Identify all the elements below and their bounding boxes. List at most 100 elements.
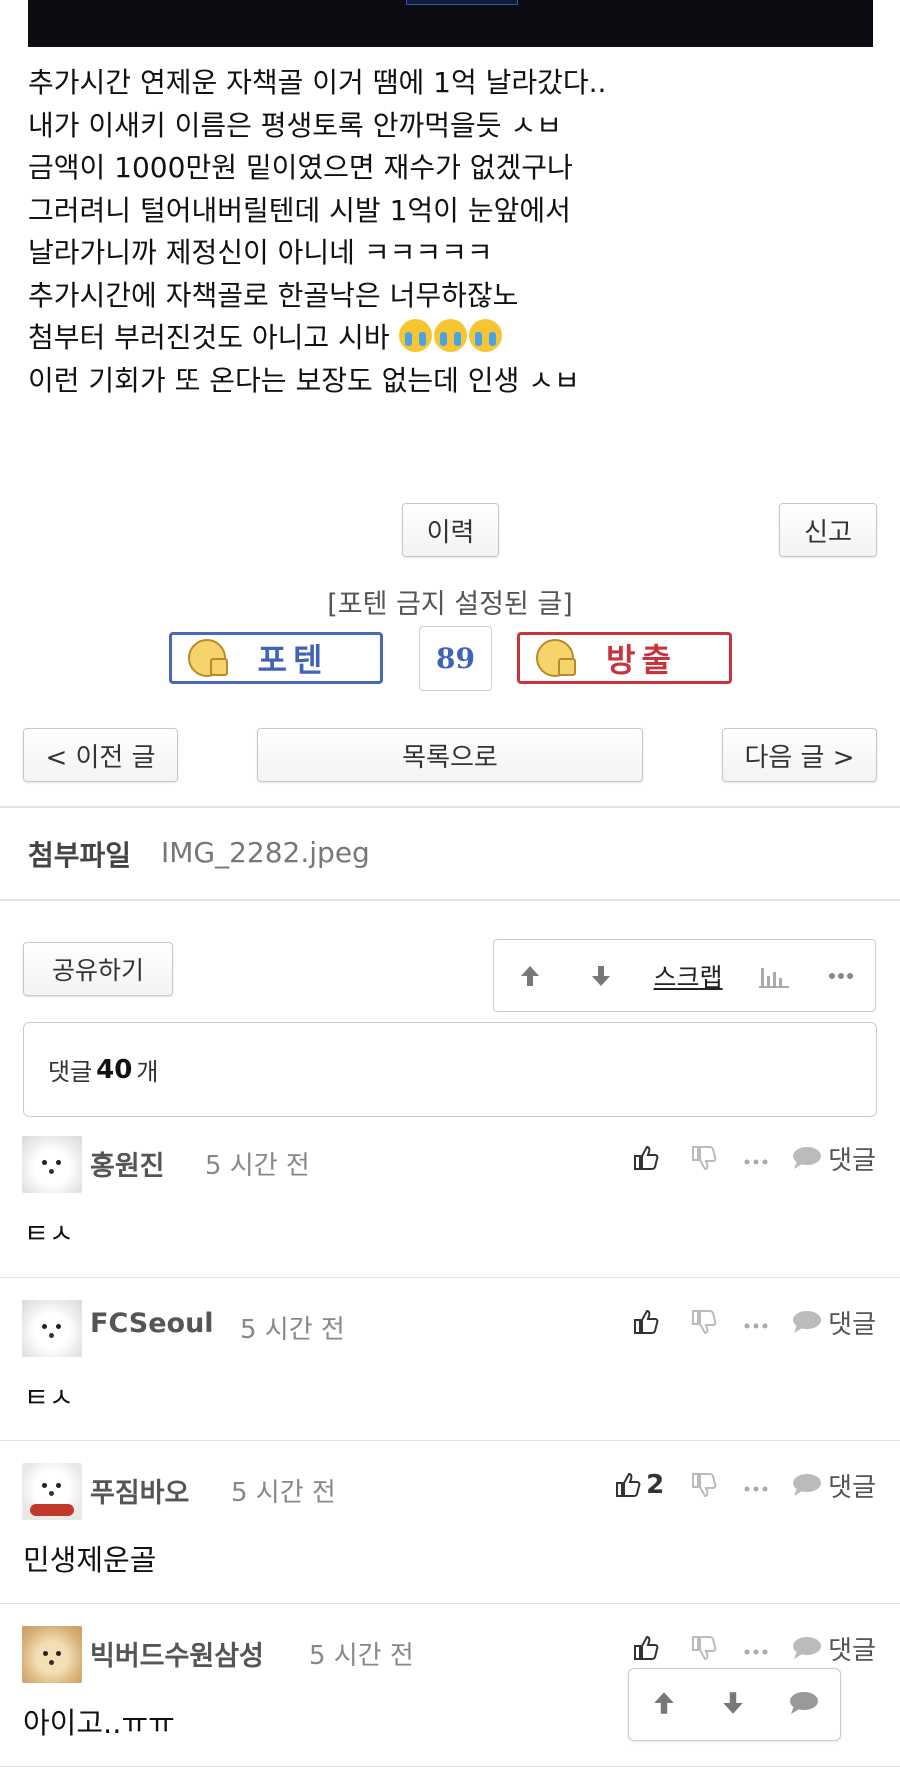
more-icon — [744, 1159, 768, 1164]
reply-button[interactable]: 댓글 — [792, 1467, 876, 1504]
downvote-button[interactable]: 방출 — [517, 632, 732, 684]
comment-more-button[interactable] — [744, 1310, 768, 1335]
stats-button[interactable] — [740, 940, 808, 1011]
more-icon — [744, 1486, 768, 1491]
comment-more-button[interactable] — [744, 1473, 768, 1498]
comment-text: ㅌㅅ — [24, 1383, 74, 1414]
thumbs-down-icon — [692, 1146, 717, 1171]
scrap-button[interactable]: 스크랩 — [636, 940, 740, 1011]
like-button[interactable] — [632, 1634, 664, 1662]
post-line: 추가시간에 자책골로 한골낙은 너무하잖노 — [28, 278, 519, 312]
comment-actions: 2 댓글 — [614, 1465, 876, 1505]
avatar[interactable] — [22, 1300, 82, 1357]
comment-author[interactable]: 푸짐바오 — [90, 1471, 189, 1510]
reply-button[interactable]: 댓글 — [792, 1630, 876, 1667]
report-button[interactable]: 신고 — [779, 503, 877, 557]
thumbs-down-icon — [692, 1310, 717, 1335]
comment-count-header: 댓글 40 개 — [23, 1022, 877, 1117]
share-button[interactable]: 공유하기 — [23, 942, 173, 996]
dislike-button[interactable] — [690, 1634, 718, 1662]
comment-more-button[interactable] — [744, 1636, 768, 1661]
divider — [0, 899, 900, 901]
comment-text: ㅌㅅ — [24, 1219, 74, 1250]
avatar[interactable] — [22, 1626, 82, 1683]
upvote-button[interactable]: 포텐 — [169, 632, 383, 684]
divider — [0, 1603, 900, 1604]
divider — [0, 1440, 900, 1441]
downvote-label: 방출 — [606, 641, 677, 679]
reply-button[interactable]: 댓글 — [792, 1140, 876, 1177]
speech-bubble-icon — [793, 1147, 822, 1169]
comment-text: 아이고..ㅠㅠ — [23, 1706, 175, 1740]
upvote-label: 포텐 — [257, 641, 329, 679]
crying-face-icon — [398, 319, 432, 352]
downvote-arrow-button[interactable] — [566, 940, 636, 1011]
speech-bubble-icon — [793, 1311, 822, 1333]
image-detail — [406, 0, 518, 5]
vote-notice: [포텐 금지 설정된 글] — [327, 589, 573, 620]
post-line: 이런 기회가 또 온다는 보장도 없는데 인생 ㅅㅂ — [28, 363, 580, 397]
arrow-up-icon — [654, 1691, 674, 1714]
more-icon — [744, 1649, 768, 1654]
vote-count: 89 — [419, 626, 492, 691]
thumbs-down-icon — [692, 1473, 717, 1498]
upvote-arrow-button[interactable] — [494, 940, 566, 1011]
jump-to-comments-button[interactable] — [789, 1690, 819, 1720]
more-icon — [829, 972, 853, 979]
dislike-button[interactable] — [690, 1144, 718, 1172]
like-count: 2 — [646, 1470, 665, 1500]
post-line-text: 첨부터 부러진것도 아니고 시바 — [28, 321, 390, 354]
thumbs-up-icon — [616, 1472, 641, 1497]
scroll-top-button[interactable] — [650, 1689, 678, 1721]
comment-time: 5 시간 전 — [309, 1641, 414, 1671]
attachment-link[interactable]: IMG_2282.jpeg — [161, 836, 370, 869]
comment-time: 5 시간 전 — [240, 1315, 345, 1345]
comment-author[interactable]: 빅버드수원삼성 — [90, 1634, 264, 1673]
arrow-down-icon — [723, 1691, 744, 1714]
thumbs-up-icon — [634, 1635, 659, 1660]
comment-count: 40 — [96, 1054, 133, 1085]
divider — [0, 1766, 900, 1767]
dislike-button[interactable] — [690, 1308, 718, 1336]
scroll-bottom-button[interactable] — [719, 1689, 747, 1721]
comment-item: FCSeoul 5 시간 전 댓글 ㅌㅅ — [0, 1296, 900, 1442]
speech-bubble-icon — [793, 1637, 822, 1659]
divider — [0, 1277, 900, 1278]
post-line: 금액이 1000만원 밑이였으면 재수가 없겠구나 — [28, 151, 573, 184]
post-line-with-emoji: 첨부터 부러진것도 아니고 시바 — [28, 317, 878, 360]
comment-author[interactable]: FCSeoul — [90, 1308, 214, 1339]
comment-more-button[interactable] — [744, 1146, 768, 1171]
next-post-button[interactable]: 다음 글 > — [722, 728, 877, 782]
reply-label: 댓글 — [828, 1472, 876, 1503]
comment-item: 푸짐바오 5 시간 전 2 댓글 민생제운골 — [0, 1459, 900, 1605]
post-line: 내가 이새키 이름은 평생토록 안까먹을듯 ㅅㅂ — [28, 108, 562, 142]
post-image — [28, 0, 873, 47]
comment-time: 5 시간 전 — [231, 1478, 336, 1508]
comment-count-prefix: 댓글 — [48, 1058, 93, 1086]
more-button[interactable] — [808, 940, 874, 1011]
like-button[interactable] — [632, 1144, 664, 1172]
thumbs-down-icon — [692, 1636, 717, 1661]
reply-button[interactable]: 댓글 — [792, 1304, 876, 1341]
crying-face-icon — [433, 319, 467, 352]
dislike-button[interactable] — [690, 1471, 718, 1499]
thumbs-up-face-icon — [188, 639, 228, 677]
prev-post-button[interactable]: < 이전 글 — [23, 728, 178, 782]
thumbs-down-face-icon — [536, 639, 576, 677]
arrow-up-icon — [521, 965, 539, 986]
comment-text: 민생제운골 — [23, 1543, 157, 1577]
attachment-label: 첨부파일 — [28, 839, 132, 872]
post-body: 추가시간 연제운 자책골 이거 땜에 1억 날라갔다.. 내가 이새키 이름은 … — [28, 62, 878, 402]
speech-bubble-icon — [793, 1474, 822, 1496]
avatar[interactable] — [22, 1136, 82, 1193]
comment-count-suffix: 개 — [136, 1058, 159, 1086]
comment-author[interactable]: 홍원진 — [90, 1144, 165, 1183]
avatar[interactable] — [22, 1463, 82, 1520]
reply-label: 댓글 — [828, 1309, 876, 1340]
post-line: 추가시간 연제운 자책골 이거 땜에 1억 날라갔다.. — [28, 66, 607, 99]
comment-actions: 댓글 — [632, 1138, 876, 1178]
back-to-list-button[interactable]: 목록으로 — [257, 728, 643, 782]
history-button[interactable]: 이력 — [402, 503, 499, 557]
like-button[interactable]: 2 — [614, 1470, 664, 1500]
like-button[interactable] — [632, 1308, 664, 1336]
